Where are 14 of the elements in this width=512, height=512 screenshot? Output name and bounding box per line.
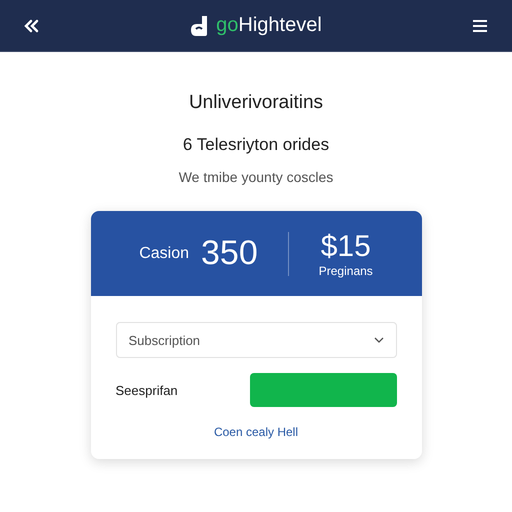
stat-value: 350 [201, 234, 258, 273]
description-text: We tmibe younty coscles [178, 169, 334, 185]
logo-text: goHightevel [216, 14, 322, 37]
back-icon[interactable] [24, 18, 40, 32]
chevron-icon [374, 337, 384, 343]
page-title: Unliverivoraitins [188, 92, 324, 114]
price-value: $15 [320, 230, 371, 264]
subscription-dropdown[interactable]: Subscription [116, 322, 396, 358]
price-label: Preginans [318, 264, 373, 278]
field-label: Seesprifan [116, 382, 178, 398]
page-subtitle: 6 Telesriyton orides [182, 135, 330, 155]
help-link[interactable]: Coen cealy Hell [214, 425, 298, 439]
menu-icon[interactable] [472, 18, 488, 32]
stat-label: Casion [139, 244, 190, 262]
